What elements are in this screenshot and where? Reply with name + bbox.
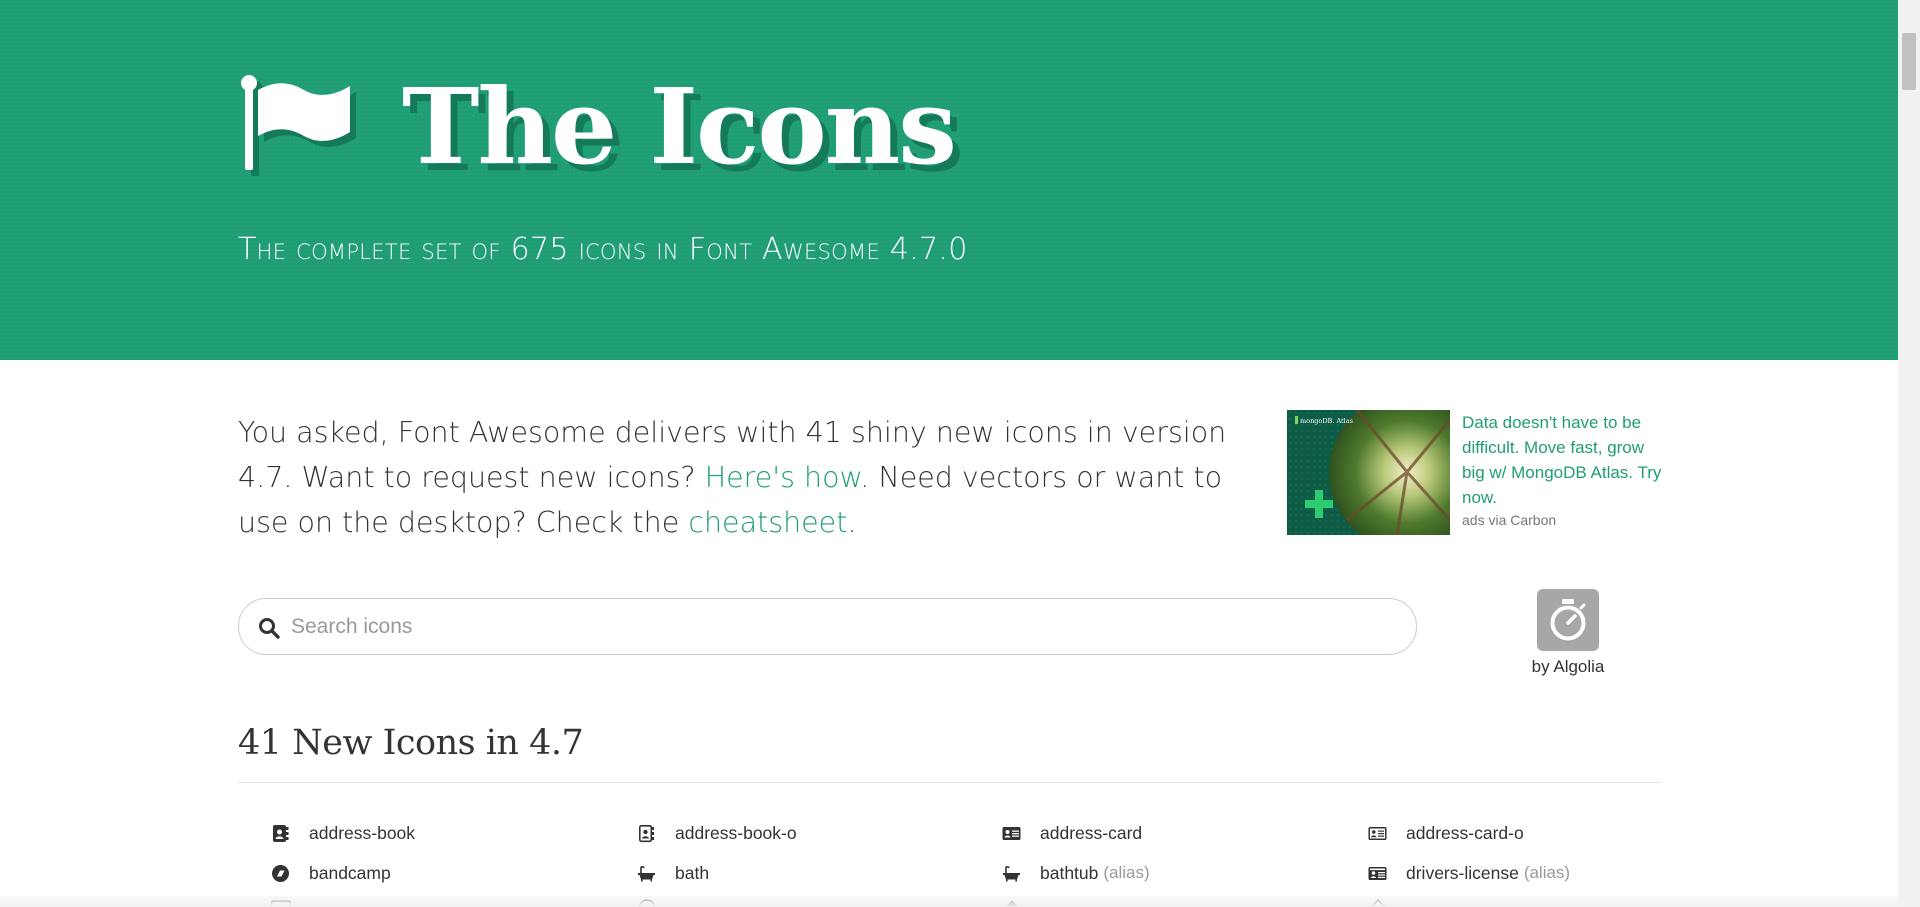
- search-box: [238, 598, 1417, 655]
- search-icon: [259, 618, 280, 639]
- algolia-label: by Algolia: [1531, 657, 1605, 676]
- icon-item-address-book[interactable]: address-book: [238, 818, 415, 848]
- request-icons-link[interactable]: Here's how: [705, 461, 861, 494]
- cheatsheet-link[interactable]: cheatsheet: [688, 506, 847, 539]
- icon-name: bathtub: [1040, 862, 1099, 883]
- alias-label: (alias): [1523, 863, 1571, 882]
- search-input[interactable]: [291, 607, 1391, 647]
- drivers-license-icon: [1368, 866, 1387, 880]
- ad-image[interactable]: mongoDB. Atlas: [1287, 410, 1450, 535]
- icon-name: address-book-o: [675, 822, 797, 843]
- section-divider: [238, 782, 1661, 783]
- page-scrollbar[interactable]: [1898, 0, 1920, 907]
- icon-item-bath[interactable]: bath: [604, 858, 709, 888]
- icon-item-address-card[interactable]: address-card: [969, 818, 1142, 848]
- address-card-icon: [1002, 826, 1021, 840]
- scrollbar-thumb[interactable]: [1902, 33, 1916, 90]
- alias-label: (alias): [1103, 863, 1150, 882]
- section-heading: 41 New Icons in 4.7: [238, 723, 584, 763]
- intro-paragraph: You asked, Font Awesome delivers with 41…: [238, 410, 1238, 545]
- icon-item-address-card-o[interactable]: address-card-o: [1335, 818, 1524, 848]
- address-book-icon: [273, 824, 289, 842]
- icon-item-address-book-o[interactable]: address-book-o: [604, 818, 797, 848]
- flag-icon: [241, 75, 356, 176]
- icon-item-bathtub[interactable]: bathtub (alias): [969, 858, 1150, 888]
- address-card-o-icon: [1368, 826, 1387, 840]
- bathtub-icon: [1003, 865, 1020, 881]
- icon-name: address-card: [1040, 822, 1143, 843]
- hero-header: The Icons The complete set of 675 icons …: [0, 0, 1898, 360]
- intro-text-3: .: [847, 506, 857, 539]
- page-title: The Icons: [402, 65, 957, 188]
- bath-icon: [638, 865, 655, 881]
- stopwatch-icon: [1537, 589, 1599, 651]
- algolia-link[interactable]: by Algolia: [1498, 589, 1638, 677]
- address-book-o-icon: [638, 824, 654, 842]
- bottom-fade: [0, 896, 1898, 907]
- icon-name: address-book: [309, 822, 416, 843]
- icon-name: drivers-license: [1406, 862, 1519, 883]
- icon-item-bandcamp[interactable]: bandcamp: [238, 858, 391, 888]
- ad-text-link[interactable]: Data doesn't have to be difficult. Move …: [1462, 410, 1662, 510]
- icon-name: address-card-o: [1406, 822, 1524, 843]
- page-subtitle: The complete set of 675 icons in Font Aw…: [238, 232, 968, 267]
- bandcamp-icon: [272, 864, 289, 882]
- icon-name: bandcamp: [309, 862, 391, 883]
- ad-logo-text: mongoDB. Atlas: [1300, 417, 1353, 425]
- icon-name: bath: [675, 862, 710, 883]
- ads-via-carbon-link[interactable]: ads via Carbon: [1462, 512, 1556, 528]
- icon-item-drivers-license[interactable]: drivers-license (alias): [1335, 858, 1570, 888]
